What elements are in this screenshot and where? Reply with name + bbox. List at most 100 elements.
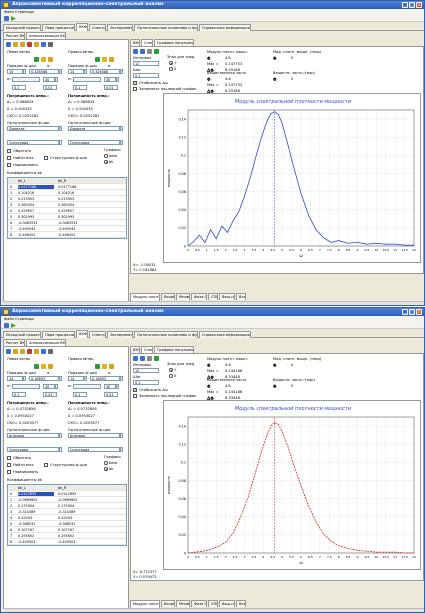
chart-tool-icon-3[interactable] <box>154 49 159 54</box>
tab-bottom-3[interactable]: Фаза СПМ <box>191 600 207 607</box>
tab-bottom-5[interactable]: Вещ.над <box>219 293 235 300</box>
tab-bottom-4[interactable]: СПМ <box>208 600 218 607</box>
tab-top-4[interactable]: Эксперименты <box>107 331 133 338</box>
bk-radio[interactable] <box>104 160 108 164</box>
minimize-icon[interactable]: _ <box>402 309 408 315</box>
plus-radio[interactable] <box>169 368 173 372</box>
left-tool-icon-3[interactable] <box>27 42 32 47</box>
alpha-input[interactable]: 0.16893 <box>29 376 59 381</box>
left-tool-icon-1[interactable] <box>13 42 18 47</box>
m-spinner[interactable] <box>116 384 119 389</box>
branch-star-icon[interactable] <box>48 57 53 62</box>
type-select[interactable]: Синусоида <box>68 447 120 452</box>
orth-func-select[interactable]: Агамара <box>68 433 120 438</box>
alpha-spinner[interactable] <box>120 69 123 74</box>
orth-func-select[interactable]: Агамара <box>7 433 59 438</box>
run-icon[interactable] <box>11 16 16 21</box>
chevron-down-icon[interactable] <box>59 433 62 438</box>
alpha-spinner[interactable] <box>120 376 123 381</box>
tab-top-0[interactable]: Исходный процесс <box>3 24 41 31</box>
tab-top-2[interactable]: ВКФ <box>76 23 88 31</box>
beta-radio[interactable] <box>104 154 108 158</box>
plus-radio[interactable] <box>169 61 173 65</box>
m-input[interactable]: 30 <box>104 77 116 82</box>
chevron-down-icon[interactable] <box>59 140 62 145</box>
minimize-icon[interactable]: _ <box>402 2 408 8</box>
left-tool-icon-0[interactable] <box>6 349 11 354</box>
display-dw-checkbox[interactable] <box>133 388 137 392</box>
tab-top-3[interactable]: Спектр <box>89 24 106 31</box>
left-tool-icon-5[interactable] <box>41 349 46 354</box>
display-dw-checkbox[interactable] <box>133 81 137 85</box>
left-tool-icon-4[interactable] <box>34 349 39 354</box>
chevron-down-icon[interactable] <box>120 140 123 145</box>
left-tool-icon-1[interactable] <box>13 349 18 354</box>
branch-green-icon[interactable] <box>95 57 100 62</box>
zero-radio[interactable] <box>169 374 173 378</box>
chart-tool-icon-0[interactable] <box>133 49 138 54</box>
tab-bottom-1[interactable]: Веществ <box>161 600 175 607</box>
chart-tool-icon-2[interactable] <box>147 49 152 54</box>
a-input[interactable]: 0,1 <box>12 85 26 90</box>
orth-func-select[interactable]: Дирихле <box>68 126 120 131</box>
order-spinner[interactable] <box>23 376 26 381</box>
chart-tool-icon-2[interactable] <box>147 356 152 361</box>
alpha-input[interactable]: 0.326588 <box>29 69 59 74</box>
branch-yellow-icon[interactable] <box>102 57 107 62</box>
m-input[interactable]: 30 <box>43 384 55 389</box>
freeze-checkbox[interactable] <box>133 87 137 91</box>
structural-checkbox[interactable] <box>44 156 48 160</box>
tab-bottom-0[interactable]: Модуль плотн. мощн. <box>130 600 160 608</box>
left-tool-icon-2[interactable] <box>20 349 25 354</box>
chart-tool-icon-1[interactable] <box>140 356 145 361</box>
menu-file[interactable]: Файл <box>4 10 14 14</box>
branch-star-icon[interactable] <box>109 364 114 369</box>
tab-mid-2[interactable]: Графики погрешностей <box>154 39 194 46</box>
tab-top-4[interactable]: Эксперименты <box>107 24 133 31</box>
m-input[interactable]: 30 <box>43 77 55 82</box>
alpha-input[interactable]: 0.16893 <box>90 376 120 381</box>
tab-bottom-6[interactable]: Все <box>236 600 246 607</box>
title-bar[interactable]: Апроксимативный корреляционно-спектральн… <box>1 1 424 9</box>
left-tool-icon-4[interactable] <box>34 42 39 47</box>
option-checkbox-1[interactable] <box>7 156 11 160</box>
nav-icon[interactable] <box>4 16 9 21</box>
m-spinner[interactable] <box>55 77 58 82</box>
run-icon[interactable] <box>11 323 16 328</box>
order-input[interactable]: 14 <box>7 376 23 381</box>
zero-radio[interactable] <box>169 67 173 71</box>
a-input[interactable]: 0,1 <box>73 392 87 397</box>
tab-bottom-0[interactable]: Модуль плотн. мощн. <box>130 293 160 301</box>
branch-green-icon[interactable] <box>34 57 39 62</box>
beta-radio[interactable] <box>104 461 108 465</box>
horizontal-scrollbar[interactable] <box>3 301 424 305</box>
tab-top-2[interactable]: ВКФ <box>76 330 88 338</box>
option-checkbox-2[interactable] <box>7 470 11 474</box>
branch-star-icon[interactable] <box>109 57 114 62</box>
tab-sub-0[interactable]: Расчет ВКФ <box>3 339 25 346</box>
tab-bottom-2[interactable]: Мнимая <box>176 293 190 300</box>
branch-yellow-icon[interactable] <box>102 364 107 369</box>
order-spinner[interactable] <box>84 376 87 381</box>
interval-input[interactable]: 12 <box>133 61 159 66</box>
eps-input[interactable]: 0.01 <box>43 392 57 397</box>
eps-input[interactable]: 0.01 <box>43 85 57 90</box>
a-input[interactable]: 0,1 <box>12 392 26 397</box>
order-spinner[interactable] <box>23 69 26 74</box>
tab-top-1[interactable]: Пара процессов <box>42 24 75 31</box>
chevron-down-icon[interactable] <box>59 447 62 452</box>
step-input[interactable]: 0.1 <box>133 73 159 78</box>
type-select[interactable]: Синусоида <box>68 140 120 145</box>
m-slider[interactable] <box>73 77 101 82</box>
tab-mid-0[interactable]: ВКФ <box>130 39 140 46</box>
tab-bottom-4[interactable]: СПМ <box>208 293 218 300</box>
structural-checkbox[interactable] <box>44 463 48 467</box>
branch-green-icon[interactable] <box>34 364 39 369</box>
option-checkbox-1[interactable] <box>7 463 11 467</box>
option-checkbox-0[interactable] <box>7 456 11 460</box>
tab-top-6[interactable]: Справочная информация <box>199 331 251 338</box>
tab-top-6[interactable]: Справочная информация <box>199 24 251 31</box>
bk-radio[interactable] <box>104 467 108 471</box>
tab-bottom-5[interactable]: Вещ.над <box>219 600 235 607</box>
tab-sub-0[interactable]: Расчет ВКФ <box>3 32 25 39</box>
